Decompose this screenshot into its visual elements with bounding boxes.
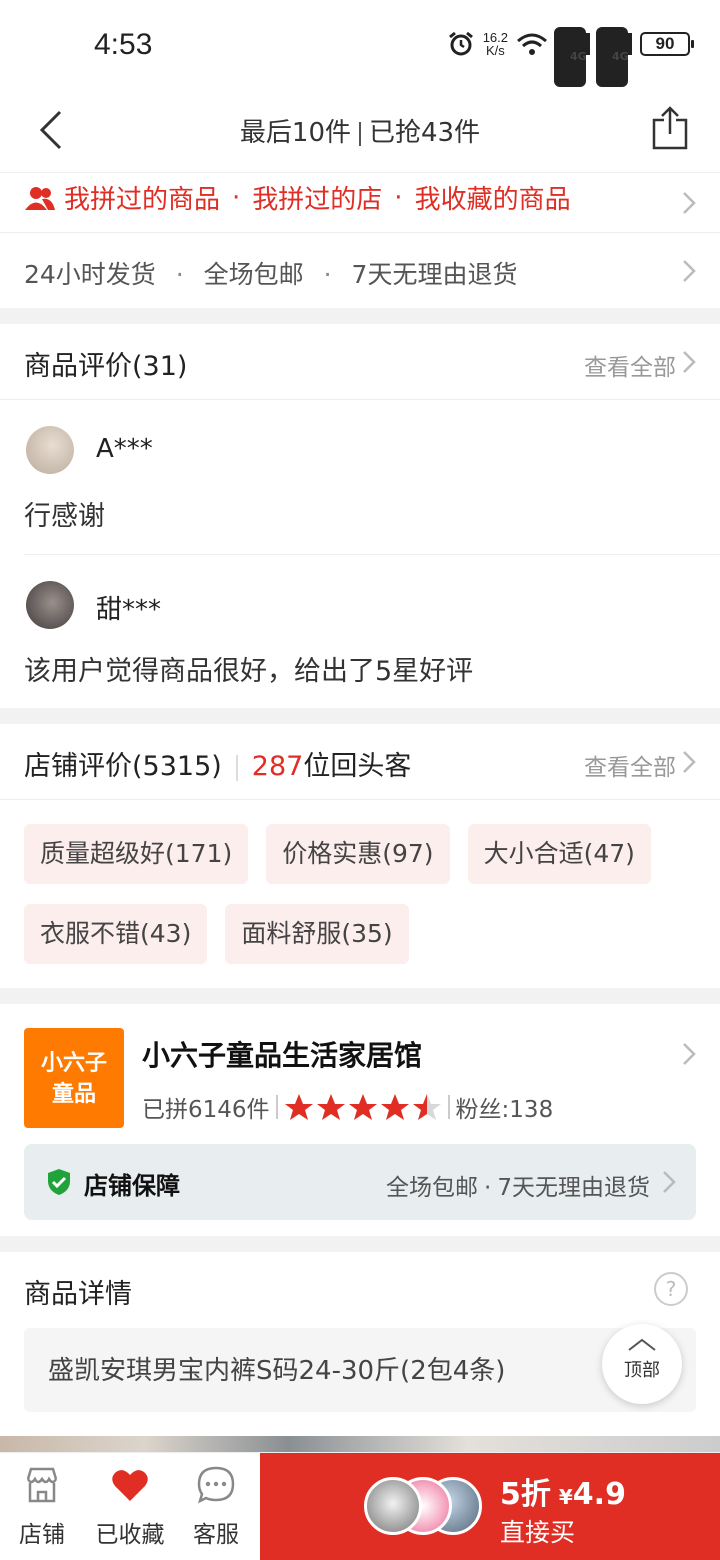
star-icon [316, 1094, 345, 1120]
users-icon [25, 186, 55, 210]
chevron-right-icon [682, 259, 696, 283]
review-tag[interactable]: 衣服不错(43) [24, 904, 208, 964]
link-purchased-items[interactable]: 我拼过的商品 [64, 179, 220, 216]
link-purchased-stores[interactable]: 我拼过的店 [252, 179, 382, 216]
favorite-tab-label: 已收藏 [95, 1522, 165, 1548]
star-icon [348, 1094, 377, 1120]
favorite-tab[interactable]: 已收藏 [88, 1465, 172, 1549]
chevron-right-icon [682, 1042, 696, 1066]
store-rating-stars [284, 1093, 442, 1121]
nav-bar: 最后10件 已抢43件 [0, 92, 720, 172]
shield-check-icon [48, 1169, 70, 1195]
share-button[interactable] [650, 104, 690, 152]
heart-icon [112, 1470, 148, 1501]
review-tags: 质量超级好(171) 价格实惠(97) 大小合适(47) 衣服不错(43) 面料… [24, 824, 704, 964]
link-favorite-items[interactable]: 我收藏的商品 [415, 179, 571, 216]
signal-icon-1: 4G [554, 27, 590, 87]
review-username: A*** [96, 434, 153, 464]
ship-item: 24小时发货 [24, 260, 156, 289]
chat-icon [197, 1466, 235, 1504]
review-tag[interactable]: 质量超级好(171) [24, 824, 249, 884]
store-logo: 小六子 童品 [24, 1028, 124, 1128]
avatar [26, 581, 74, 629]
see-all-reviews-link[interactable]: 查看全部 [584, 348, 676, 382]
chevron-right-icon [662, 1170, 676, 1194]
page-title: 最后10件 已抢43件 [239, 118, 481, 148]
signal-icon-2: 4G [596, 27, 632, 87]
review-item[interactable]: 甜*** 该用户觉得商品很好，给出了5星好评 [24, 554, 720, 708]
back-to-top-button[interactable]: 顶部 [602, 1324, 682, 1404]
chevron-right-icon [682, 350, 696, 374]
review-text: 行感谢 [24, 501, 105, 532]
buy-price: 5折 ¥4.9 [500, 1477, 626, 1512]
chevron-up-icon [628, 1338, 656, 1351]
alarm-icon [448, 31, 473, 56]
store-reviews-header[interactable]: 店铺评价(5315) 287位回头客 查看全部 [0, 724, 720, 800]
review-username: 甜*** [96, 595, 162, 625]
status-bar: 4:53 16.2 K/s 4G 4G 90 [0, 0, 720, 92]
chevron-right-icon [682, 191, 696, 215]
store-fans: 粉丝:138 [455, 1097, 554, 1123]
store-name: 小六子童品生活家居馆 [142, 1039, 423, 1072]
store-icon [26, 1467, 58, 1503]
repeat-customers-count: 287 [251, 751, 304, 782]
share-icon [652, 106, 688, 150]
star-icon [412, 1094, 441, 1120]
review-tag[interactable]: 大小合适(47) [467, 824, 651, 884]
product-reviews-section: 商品评价(31) 查看全部 A*** 行感谢 甜*** 该用户觉得商品很好，给出… [0, 324, 720, 708]
ship-item: 全场包邮 [203, 260, 304, 289]
service-tab[interactable]: 客服 [174, 1465, 258, 1549]
chevron-right-icon [682, 750, 696, 774]
review-tag[interactable]: 面料舒服(35) [225, 904, 409, 964]
store-meta: 已拼6146件 粉丝:138 [142, 1090, 553, 1124]
avatar [26, 426, 74, 474]
store-reviews-section: 店铺评价(5315) 287位回头客 查看全部 质量超级好(171) 价格实惠(9… [0, 724, 720, 988]
guarantee-items: 全场包邮 · 7天无理由退货 [386, 1175, 650, 1201]
see-all-store-reviews-link[interactable]: 查看全部 [584, 748, 676, 782]
back-to-top-label: 顶部 [624, 1360, 660, 1381]
service-tab-label: 客服 [193, 1522, 239, 1548]
product-reviews-title: 商品评价(31) [24, 351, 188, 382]
shop-tab[interactable]: 店铺 [0, 1465, 84, 1549]
title-divider [359, 121, 361, 146]
store-sold-count: 已拼6146件 [142, 1097, 270, 1123]
ship-item: 7天无理由退货 [351, 260, 518, 289]
buy-now-button[interactable]: 5折 ¥4.9 直接买 [260, 1453, 720, 1560]
price-value: 4.9 [572, 1477, 626, 1512]
status-icons: 16.2 K/s 4G 4G 90 [447, 27, 694, 87]
buyer-avatars [364, 1477, 484, 1537]
help-icon[interactable]: ? [654, 1272, 688, 1306]
status-time: 4:53 [94, 28, 153, 61]
review-text: 该用户觉得商品很好，给出了5星好评 [24, 656, 474, 687]
product-details-box: 盛凯安琪男宝内裤S码24-30斤(2包4条) [24, 1328, 696, 1412]
net-speed: 16.2 K/s [482, 30, 508, 58]
shop-tab-label: 店铺 [19, 1522, 65, 1548]
star-icon [284, 1094, 313, 1120]
review-item[interactable]: A*** 行感谢 [0, 400, 720, 554]
review-tag[interactable]: 价格实惠(97) [266, 824, 450, 884]
history-links-row[interactable]: 我拼过的商品 · 我拼过的店 · 我收藏的商品 [0, 172, 720, 232]
store-card[interactable]: 小六子 童品 小六子童品生活家居馆 已拼6146件 粉丝:138 店铺保障 全场… [0, 1004, 720, 1236]
avatar [364, 1477, 422, 1535]
guarantee-title: 店铺保障 [84, 1172, 180, 1200]
store-guarantee-bar[interactable]: 店铺保障 全场包邮 · 7天无理由退货 [24, 1144, 696, 1220]
star-icon [380, 1094, 409, 1120]
buy-now-label: 直接买 [500, 1518, 576, 1547]
bottom-bar: 店铺 已收藏 客服 5折 ¥4.9 直接买 [0, 1452, 720, 1560]
product-details-text: 盛凯安琪男宝内裤S码24-30斤(2包4条) [48, 1356, 506, 1386]
product-reviews-header[interactable]: 商品评价(31) 查看全部 [0, 324, 720, 400]
wifi-icon [517, 33, 547, 55]
store-reviews-title: 店铺评价(5315) 287位回头客 [24, 751, 412, 782]
shipping-row[interactable]: 24小时发货 · 全场包邮 · 7天无理由退货 [0, 232, 720, 308]
product-details-title: 商品详情 [24, 1279, 132, 1310]
battery-icon: 90 [640, 32, 694, 56]
discount-label: 5折 [500, 1477, 551, 1512]
